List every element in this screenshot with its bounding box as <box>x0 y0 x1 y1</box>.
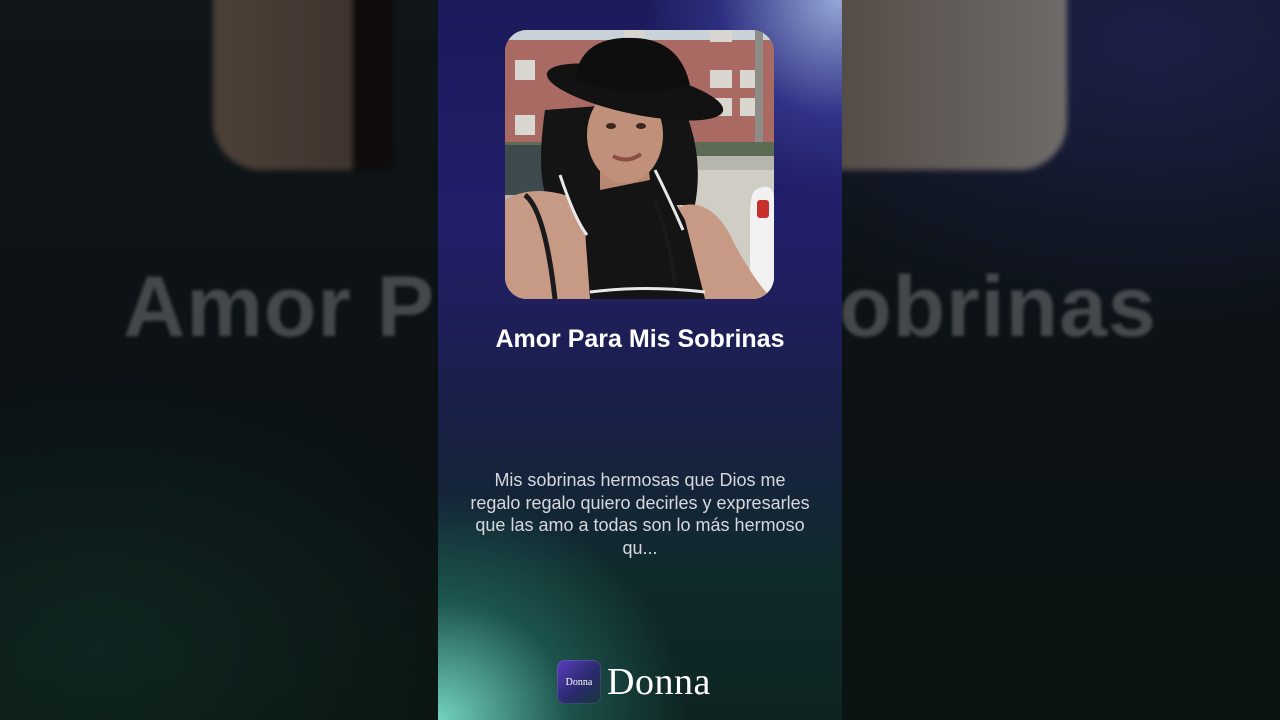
story-title: Amor Para Mis Sobrinas <box>495 325 785 353</box>
story-card: Amor Para Mis Sobrinas Mis sobrinas herm… <box>438 0 842 720</box>
donna-logo-icon: Donna <box>557 660 601 704</box>
brand-name: Donna <box>607 661 711 703</box>
brand-logo[interactable]: Donna Donna <box>557 660 711 704</box>
story-excerpt: Mis sobrinas hermosas que Dios me regalo… <box>470 470 810 558</box>
brand-icon-text: Donna <box>565 676 593 688</box>
video-frame: Amor Pobrinas Amor Para Mis Sobrinas Mis… <box>0 0 1280 720</box>
woman-in-black-hat-photo <box>505 30 774 299</box>
cover-photo <box>505 30 774 299</box>
